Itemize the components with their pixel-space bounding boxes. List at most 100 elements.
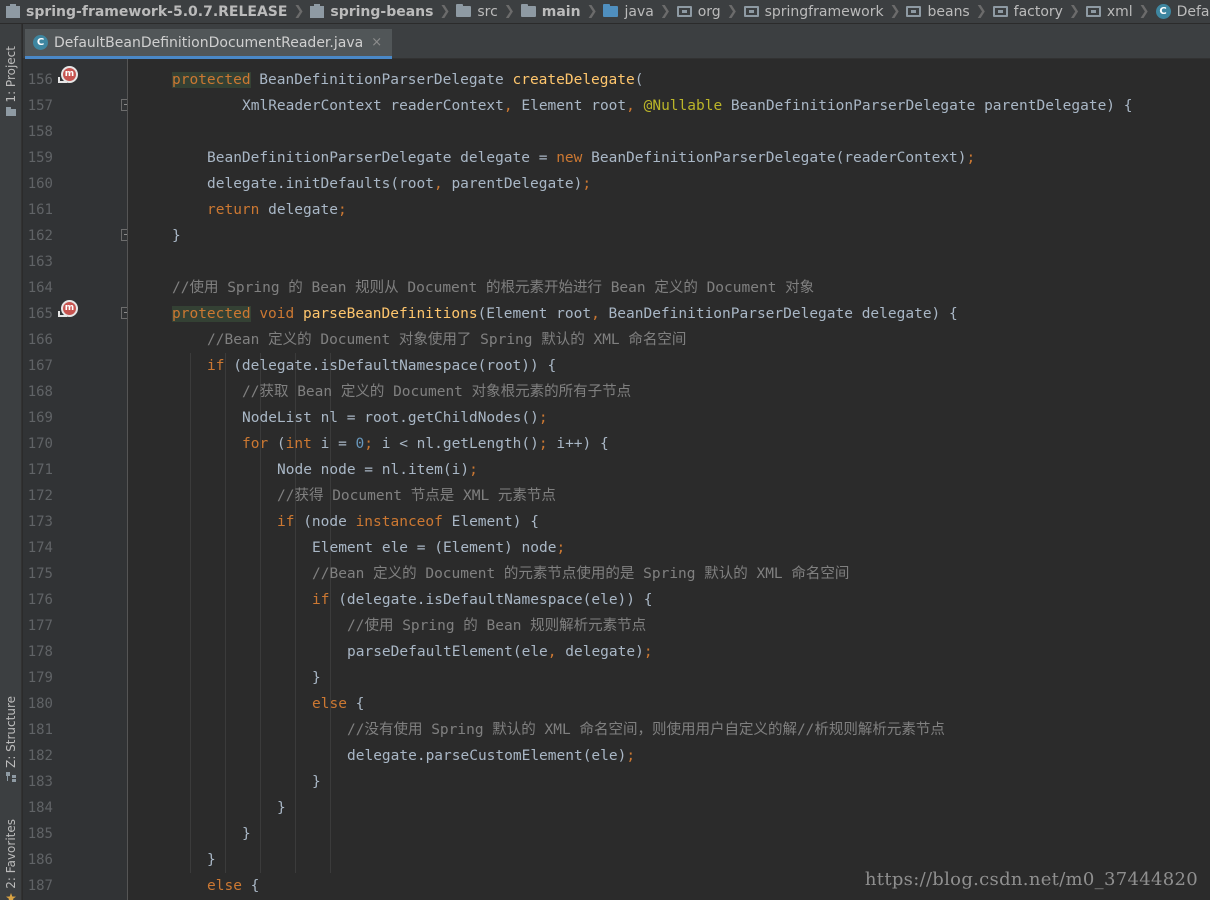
code-token: ( [268, 436, 286, 452]
code-line[interactable]: Node node = nl.item(i); [277, 457, 478, 483]
code-token: (delegate.isDefaultNamespace(root)) { [224, 358, 557, 374]
code-token: delegate) [556, 644, 644, 660]
indent-guide [224, 353, 226, 873]
code-line[interactable]: if (node instanceof Element) { [277, 509, 539, 535]
breadcrumb-xml[interactable]: xml ❯ [1080, 0, 1150, 23]
code-line[interactable]: } [242, 821, 251, 847]
code-token: } [242, 826, 251, 842]
code-line[interactable]: } [312, 769, 321, 795]
breadcrumb-src[interactable]: src ❯ [450, 0, 515, 23]
package-icon [743, 6, 759, 17]
line-number: 182 [27, 748, 53, 764]
java-class-icon: C [33, 35, 48, 50]
module-icon [310, 3, 325, 18]
breadcrumb-spring-framework-5-0-7-release[interactable]: spring-framework-5.0.7.RELEASE ❯ [0, 0, 304, 23]
override-method-icon[interactable]: m [58, 66, 78, 83]
code-line[interactable]: } [312, 665, 321, 691]
code-line[interactable]: //使用 Spring 的 Bean 规则解析元素节点 [347, 613, 646, 639]
editor-tab-defaultbeandefinitiondocumentreader[interactable]: C DefaultBeanDefinitionDocumentReader.ja… [25, 29, 393, 59]
breadcrumb-label: src [477, 3, 498, 20]
code-token: parentDelegate) [442, 176, 583, 192]
code-editor[interactable]: protected BeanDefinitionParserDelegate c… [129, 59, 1210, 900]
breadcrumb-label: factory [1013, 3, 1063, 20]
editor-gutter: 156 m 157 158 159 160 161 162 163 164 165 m 166 167 16… [23, 59, 128, 900]
code-token: delegate.initDefaults(root [207, 176, 434, 192]
breadcrumb-separator: ❯ [975, 4, 987, 19]
code-token: Node node = nl.item(i) [277, 462, 470, 478]
fold-toggle-icon[interactable] [121, 99, 127, 111]
project-tool-tab[interactable]: 1: Project [0, 46, 22, 117]
structure-tool-tab[interactable]: Z: Structure [0, 696, 22, 782]
code-line[interactable]: Element ele = (Element) node; [312, 535, 565, 561]
code-line[interactable]: delegate.initDefaults(root, parentDelega… [207, 171, 591, 197]
breadcrumb-beans[interactable]: beans ❯ [900, 0, 987, 23]
breadcrumb-spring-beans[interactable]: spring-beans ❯ [304, 0, 450, 23]
override-method-icon[interactable]: m [58, 300, 78, 317]
favorites-tool-tab[interactable]: 2: Favorites [0, 819, 22, 900]
code-line[interactable]: for (int i = 0; i < nl.getLength(); i++)… [242, 431, 609, 457]
structure-tool-label: Z: Structure [4, 696, 18, 768]
code-line[interactable]: NodeList nl = root.getChildNodes(); [242, 405, 548, 431]
code-line[interactable]: if (delegate.isDefaultNamespace(root)) { [207, 353, 556, 379]
code-line[interactable]: //使用 Spring 的 Bean 规则从 Document 的根元素开始进行… [172, 275, 814, 301]
code-token: ; [337, 202, 347, 218]
code-token: BeanDefinitionParserDelegate delegate = [207, 150, 557, 166]
code-token: if [277, 514, 295, 530]
code-line[interactable]: } [277, 795, 286, 821]
indent-guide [189, 353, 191, 873]
breadcrumb-separator: ❯ [659, 4, 671, 19]
breadcrumb-springframework[interactable]: springframework ❯ [738, 0, 900, 23]
code-line[interactable]: } [172, 223, 181, 249]
breadcrumb-java[interactable]: java ❯ [597, 0, 671, 23]
code-line[interactable]: delegate.parseCustomElement(ele); [347, 743, 635, 769]
code-line[interactable]: protected void parseBeanDefinitions(Elem… [172, 301, 958, 327]
line-number: 184 [27, 800, 53, 816]
code-token: //使用 Spring 的 Bean 规则解析元素节点 [347, 618, 647, 634]
code-line[interactable]: if (delegate.isDefaultNamespace(ele)) { [312, 587, 652, 613]
breadcrumb-separator: ❯ [586, 4, 598, 19]
code-line[interactable]: return delegate; [207, 197, 347, 223]
package-icon [1085, 6, 1101, 17]
fold-toggle-icon[interactable] [121, 307, 127, 319]
breadcrumb-label: beans [927, 3, 970, 20]
breadcrumb-label: main [541, 3, 581, 20]
code-line[interactable]: //获取 Bean 定义的 Document 对象根元素的所有子节点 [242, 379, 631, 405]
breadcrumb-defaultbeandefinitiondocumentreader[interactable]: C DefaultBeanDefinitionDocumentReader [1150, 0, 1210, 23]
code-line[interactable]: else { [312, 691, 364, 717]
code-token: , [503, 98, 513, 114]
code-line[interactable]: XmlReaderContext readerContext, Element … [242, 93, 1133, 119]
code-token: new [556, 150, 583, 166]
code-token: ( [634, 72, 644, 88]
code-token: delegate [259, 202, 338, 218]
code-token: @Nullable [643, 98, 723, 114]
line-number: 163 [27, 254, 53, 270]
code-token: , [433, 176, 443, 192]
code-line[interactable]: //没有使用 Spring 默认的 XML 命名空间，则使用用户自定义的解//析… [347, 717, 945, 743]
code-line[interactable]: //Bean 定义的 Document 对象使用了 Spring 默认的 XML… [207, 327, 686, 353]
code-token: return [207, 202, 260, 218]
breadcrumb-main[interactable]: main ❯ [515, 0, 598, 23]
code-token: { [346, 696, 365, 712]
line-number: 185 [27, 826, 53, 842]
close-tab-icon[interactable]: × [371, 35, 382, 50]
code-token: } [277, 800, 286, 816]
line-number: 175 [27, 566, 53, 582]
code-line[interactable]: else { [207, 873, 259, 899]
line-number: 179 [27, 670, 53, 686]
code-line[interactable]: } [207, 847, 216, 873]
code-line[interactable]: BeanDefinitionParserDelegate delegate = … [207, 145, 975, 171]
code-line[interactable]: protected BeanDefinitionParserDelegate c… [172, 67, 643, 93]
fold-toggle-icon[interactable] [121, 229, 127, 241]
breadcrumb-factory[interactable]: factory ❯ [987, 0, 1080, 23]
breadcrumb-org[interactable]: org ❯ [671, 0, 738, 23]
code-line[interactable]: //Bean 定义的 Document 的元素节点使用的是 Spring 默认的… [312, 561, 849, 587]
code-line[interactable]: //获得 Document 节点是 XML 元素节点 [277, 483, 556, 509]
code-token: } [312, 774, 321, 790]
code-token: else [207, 878, 242, 894]
code-token: } [172, 228, 181, 244]
project-tool-label: 1: Project [4, 46, 18, 103]
code-line[interactable]: parseDefaultElement(ele, delegate); [347, 639, 653, 665]
line-number: 164 [27, 280, 53, 296]
